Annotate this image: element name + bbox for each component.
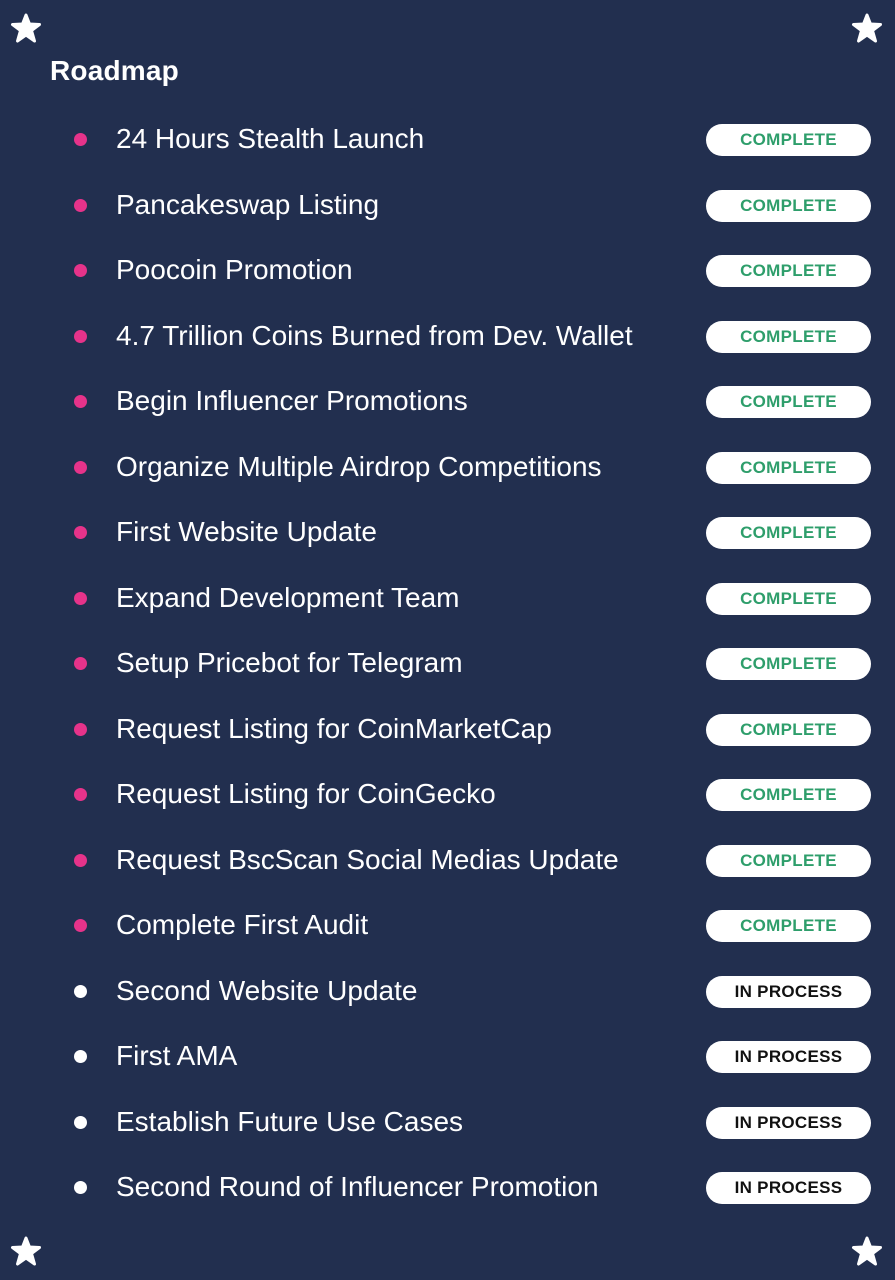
status-badge: COMPLETE — [706, 451, 871, 484]
roadmap-item: Organize Multiple Airdrop Competitions CO… — [0, 435, 895, 501]
status-badge: COMPLETE — [706, 910, 871, 942]
bullet-icon — [74, 526, 87, 539]
roadmap-item: Establish Future Use Cases IN PROCESS — [0, 1090, 895, 1156]
roadmap-item-label: 24 Hours Stealth Launch — [116, 123, 425, 154]
roadmap-item-label: Request Listing for CoinGecko — [116, 778, 496, 809]
roadmap-list: 24 Hours Stealth Launch COMPLETE Pancakesw… — [0, 107, 895, 1221]
roadmap-item-label: First Website Update — [116, 516, 377, 547]
roadmap-item: Request Listing for CoinGecko COMPLETE — [0, 762, 895, 828]
bullet-icon — [74, 329, 87, 343]
bullet-icon — [74, 657, 87, 670]
roadmap-item-label: Begin Influencer Promotions — [116, 385, 468, 416]
roadmap-item-label: Expand Development Team — [116, 581, 460, 613]
bullet-icon — [74, 722, 87, 736]
roadmap-item-label: Request BscScan Social Medias Update — [116, 843, 619, 875]
status-badge: COMPLETE — [706, 517, 871, 549]
status-badge: COMPLETE — [706, 648, 871, 680]
bullet-icon — [74, 591, 87, 605]
status-badge: COMPLETE — [706, 582, 871, 615]
roadmap-item-label: First AMA — [116, 1040, 238, 1071]
bullet-icon — [74, 198, 87, 212]
roadmap-item-label: Poocoin Promotion — [116, 254, 353, 285]
roadmap-item: First AMA IN PROCESS — [0, 1024, 895, 1090]
roadmap-item: Pancakeswap Listing COMPLETE — [0, 173, 895, 239]
status-badge: COMPLETE — [706, 779, 871, 811]
star-icon — [851, 1236, 883, 1268]
page-title: Roadmap — [50, 55, 179, 86]
roadmap-item: Complete First Audit COMPLETE — [0, 893, 895, 959]
bullet-icon — [74, 788, 87, 801]
roadmap-item-label: Second Website Update — [116, 974, 418, 1006]
bullet-icon — [74, 1115, 87, 1129]
roadmap-item: Expand Development Team COMPLETE — [0, 566, 895, 632]
roadmap-item: 24 Hours Stealth Launch COMPLETE — [0, 107, 895, 173]
roadmap-item: 4.7 Trillion Coins Burned from Dev. Wall… — [0, 304, 895, 370]
status-badge: IN PROCESS — [706, 1041, 871, 1073]
roadmap-item-label: Organize Multiple Airdrop Competitions — [116, 450, 602, 482]
roadmap-item: Second Website Update IN PROCESS — [0, 959, 895, 1025]
status-badge: COMPLETE — [706, 386, 871, 418]
roadmap-item: Request BscScan Social Medias Update COMP… — [0, 828, 895, 894]
status-badge: COMPLETE — [706, 189, 871, 222]
roadmap-item-label: Complete First Audit — [116, 909, 369, 940]
bullet-icon — [74, 395, 87, 408]
status-badge: COMPLETE — [706, 844, 871, 877]
roadmap-item: First Website Update COMPLETE — [0, 500, 895, 566]
status-badge: COMPLETE — [706, 320, 871, 353]
status-badge: IN PROCESS — [706, 1106, 871, 1139]
roadmap-item-label: Establish Future Use Cases — [116, 1105, 464, 1137]
roadmap-item: Begin Influencer Promotions COMPLETE — [0, 369, 895, 435]
roadmap-item-label: Setup Pricebot for Telegram — [116, 647, 463, 678]
bullet-icon — [74, 264, 87, 277]
bullet-icon — [74, 984, 87, 998]
bullet-icon — [74, 133, 87, 146]
bullet-icon — [74, 1181, 87, 1194]
status-badge: IN PROCESS — [706, 975, 871, 1008]
star-icon — [10, 13, 42, 45]
bullet-icon — [74, 1050, 87, 1063]
star-icon — [851, 13, 883, 45]
roadmap-item-label: Pancakeswap Listing — [116, 188, 380, 220]
roadmap-item: Poocoin Promotion COMPLETE — [0, 238, 895, 304]
bullet-icon — [74, 919, 87, 932]
status-badge: COMPLETE — [706, 255, 871, 287]
status-badge: COMPLETE — [706, 124, 871, 156]
status-badge: COMPLETE — [706, 713, 871, 746]
roadmap-item-label: 4.7 Trillion Coins Burned from Dev. Wall… — [116, 319, 633, 351]
bullet-icon — [74, 853, 87, 867]
roadmap-item: Setup Pricebot for Telegram COMPLETE — [0, 631, 895, 697]
roadmap-item: Request Listing for CoinMarketCap COMPLET… — [0, 697, 895, 763]
status-badge: IN PROCESS — [706, 1172, 871, 1204]
bullet-icon — [74, 460, 87, 474]
roadmap-item-label: Second Round of Influencer Promotion — [116, 1171, 599, 1202]
star-icon — [10, 1236, 42, 1268]
roadmap-item-label: Request Listing for CoinMarketCap — [116, 712, 552, 744]
roadmap-item: Second Round of Influencer Promotion IN P… — [0, 1155, 895, 1221]
